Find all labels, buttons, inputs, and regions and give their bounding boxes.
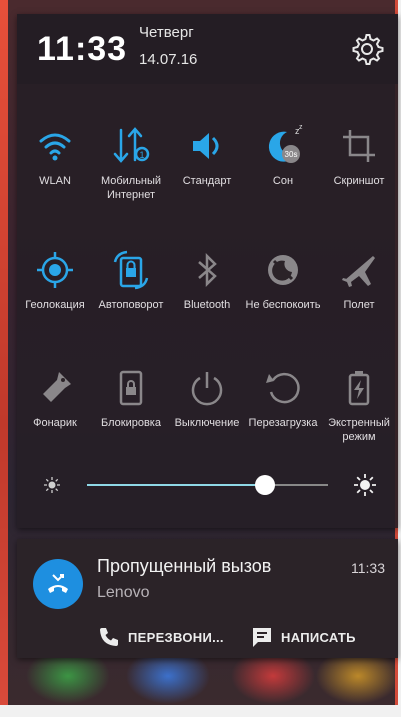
- sound-icon: [193, 133, 219, 159]
- write-message-label: НАПИСАТЬ: [281, 630, 356, 645]
- notification-title: Пропущенный вызов: [97, 556, 272, 576]
- flashlight-icon: [43, 372, 71, 402]
- do-not-disturb-icon: [268, 255, 298, 285]
- screenshot-crop-icon: [343, 130, 375, 162]
- tile-label: Экстренный режим: [328, 417, 390, 443]
- tile-restart[interactable]: Перезагрузка: [245, 366, 321, 430]
- tile-label: Не беспокоить: [245, 299, 321, 311]
- tile-label: Полет: [343, 299, 375, 311]
- gear-icon[interactable]: [350, 32, 384, 66]
- screen-bottom-margin: [0, 705, 401, 717]
- tile-label: Стандарт: [182, 175, 232, 187]
- quick-settings-panel: 11:33 Четверг 14.07.16 WLAN 1 Мобильный …: [17, 14, 398, 528]
- avatar: [33, 559, 83, 609]
- tile-location[interactable]: Геолокация: [17, 248, 93, 312]
- missed-call-icon: [48, 574, 68, 593]
- power-icon: [191, 372, 223, 406]
- tile-label: Bluetooth: [183, 299, 231, 311]
- sleep-timer-icon: 30s z z: [268, 124, 303, 163]
- tile-screenshot[interactable]: Скриншот: [321, 124, 397, 188]
- tile-mobile-data[interactable]: 1 Мобильный Интернет: [93, 124, 169, 202]
- call-back-label: ПЕРЕЗВОНИ...: [128, 630, 224, 645]
- brightness-slider[interactable]: [87, 475, 328, 495]
- auto-rotate-icon: [113, 250, 149, 290]
- mobile-data-icon: 1: [113, 127, 150, 163]
- brightness-fill: [87, 484, 266, 486]
- notification-actions: ПЕРЕЗВОНИ... НАПИСАТЬ: [17, 621, 398, 658]
- weekday: Четверг: [139, 24, 194, 41]
- brightness-high-icon: [354, 474, 376, 496]
- message-icon: [253, 628, 271, 647]
- status-header: 11:33 Четверг 14.07.16: [17, 14, 398, 84]
- missed-call-notification[interactable]: Пропущенный вызов Lenovo 11:33 ПЕРЕЗВОНИ…: [17, 539, 398, 658]
- lock-icon: [119, 370, 143, 406]
- tile-label: Автоповорот: [98, 299, 164, 311]
- tile-wlan[interactable]: WLAN: [17, 124, 93, 188]
- tile-power-off[interactable]: Выключение: [169, 366, 245, 430]
- bluetooth-icon: [198, 252, 217, 288]
- tile-label: Геолокация: [25, 299, 85, 311]
- tile-emergency-mode[interactable]: Экстренный режим: [321, 366, 397, 444]
- tile-label: Мобильный Интернет: [100, 175, 162, 201]
- tile-airplane[interactable]: Полет: [321, 248, 397, 312]
- svg-text:1: 1: [139, 150, 144, 160]
- tile-lock[interactable]: Блокировка: [93, 366, 169, 430]
- brightness-low-icon: [44, 477, 60, 493]
- brightness-thumb[interactable]: [255, 475, 276, 495]
- notification-subtitle: Lenovo: [97, 584, 150, 601]
- tile-label: Фонарик: [33, 417, 77, 429]
- svg-text:z: z: [299, 124, 303, 131]
- tile-label: Перезагрузка: [248, 417, 318, 429]
- call-back-button[interactable]: ПЕРЕЗВОНИ...: [97, 627, 237, 653]
- brightness-row: [17, 472, 398, 498]
- tile-label: WLAN: [39, 175, 71, 187]
- tile-sound-profile[interactable]: Стандарт: [169, 124, 245, 188]
- tile-label: Скриншот: [333, 175, 385, 187]
- wifi-icon: [39, 133, 71, 161]
- tile-auto-rotate[interactable]: Автоповорот: [93, 248, 169, 312]
- tile-label: Блокировка: [101, 417, 161, 429]
- phone-icon: [100, 628, 118, 646]
- tile-flashlight[interactable]: Фонарик: [17, 366, 93, 430]
- battery-saver-icon: [348, 371, 370, 406]
- tile-bluetooth[interactable]: Bluetooth: [169, 248, 245, 312]
- write-message-button[interactable]: НАПИСАТЬ: [250, 627, 380, 653]
- notification-time: 11:33: [351, 560, 385, 576]
- wallpaper-edge-left: [0, 0, 8, 705]
- tile-sleep[interactable]: 30s z z Сон: [245, 124, 321, 188]
- restart-icon: [266, 372, 300, 404]
- tile-label: Сон: [272, 175, 294, 187]
- date: 14.07.16: [139, 51, 198, 68]
- sleep-timer-badge: 30s: [285, 150, 298, 159]
- tile-do-not-disturb[interactable]: Не беспокоить: [245, 248, 321, 312]
- airplane-icon: [342, 256, 375, 287]
- tile-label: Выключение: [174, 417, 240, 429]
- clock: 11:33: [37, 30, 128, 68]
- location-icon: [37, 252, 73, 288]
